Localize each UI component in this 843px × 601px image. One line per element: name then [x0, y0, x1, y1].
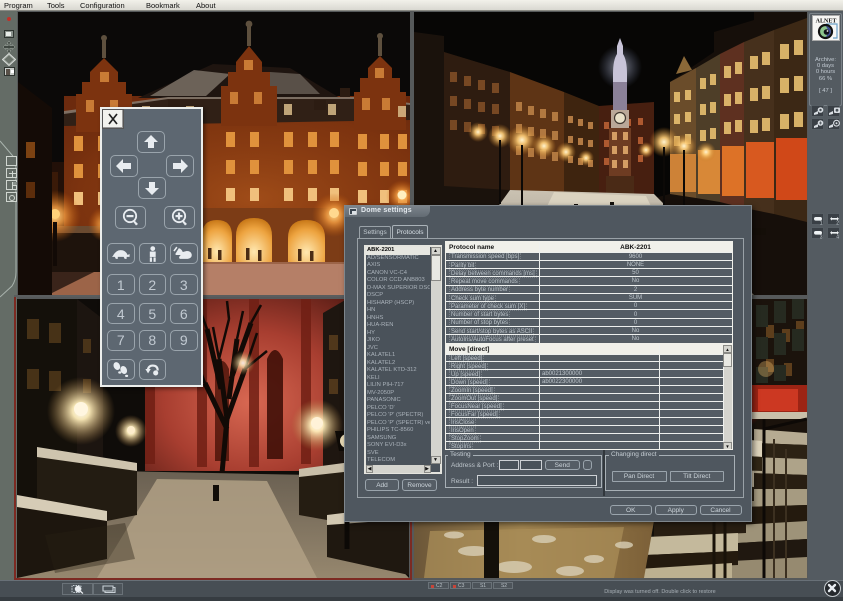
svg-text:1: 1: [820, 221, 823, 226]
svg-text:3: 3: [820, 235, 823, 240]
svg-text:4: 4: [836, 235, 839, 240]
svg-text:2: 2: [836, 221, 839, 226]
